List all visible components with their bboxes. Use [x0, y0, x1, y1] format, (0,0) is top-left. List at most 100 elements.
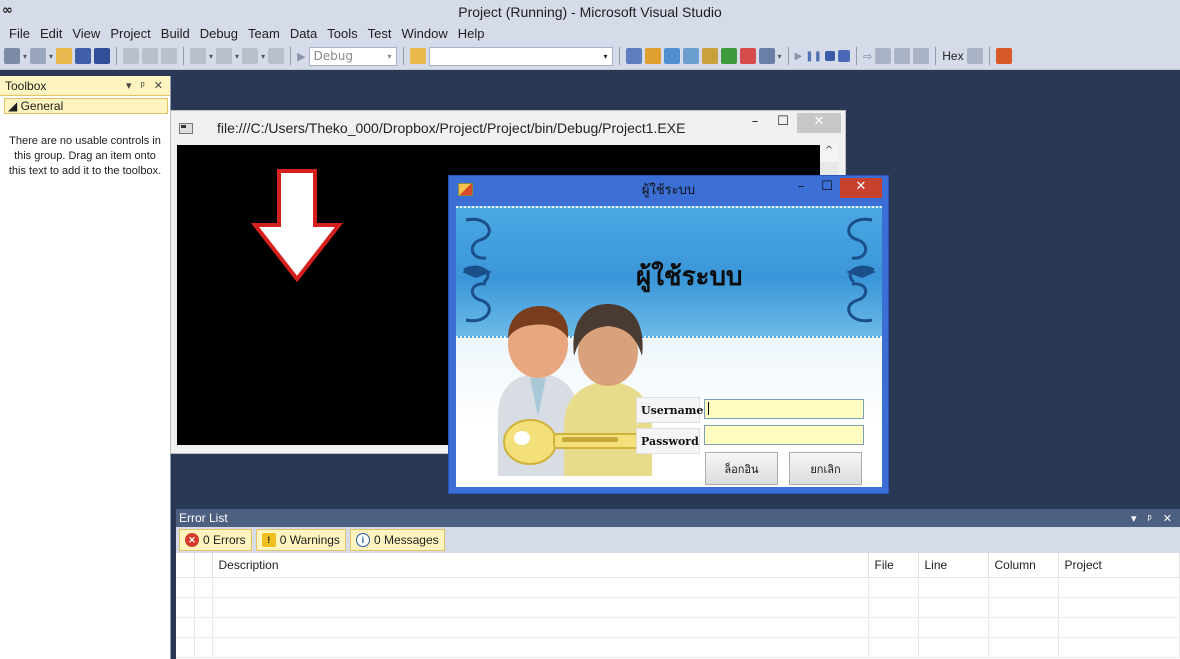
- visual-studio-logo-icon: ∞: [2, 3, 13, 18]
- toolbar-separator: [935, 47, 937, 65]
- cut-icon[interactable]: [123, 48, 140, 64]
- extension-manager-icon[interactable]: [701, 48, 718, 64]
- toolbox-group-label: ◢ General: [8, 99, 64, 113]
- restart-icon[interactable]: [838, 50, 851, 62]
- warnings-filter-button[interactable]: ! 0 Warnings: [255, 529, 346, 551]
- menu-debug[interactable]: Debug: [195, 26, 243, 41]
- login-button[interactable]: ล็อกอิน: [705, 452, 778, 485]
- toolbar-separator: [183, 47, 185, 65]
- toolbar-overflow-icon[interactable]: ▾: [778, 52, 782, 61]
- object-browser-icon[interactable]: [663, 48, 680, 64]
- maximize-button[interactable]: ☐: [814, 178, 840, 198]
- toolbox-header: Toolbox ▾ ᵖ ✕: [0, 76, 170, 96]
- continue-icon[interactable]: ▶: [795, 51, 803, 62]
- scroll-up-button[interactable]: ^: [820, 145, 838, 162]
- console-path: file:///C:/Users/Theko_000/Dropbox/Proje…: [217, 120, 686, 136]
- menu-project[interactable]: Project: [105, 26, 155, 41]
- messages-filter-button[interactable]: i 0 Messages: [349, 529, 445, 551]
- menu-build[interactable]: Build: [156, 26, 195, 41]
- toolbar-separator: [618, 47, 620, 65]
- open-file-icon[interactable]: [56, 48, 73, 64]
- error-list-column-headers: Description File Line Column Project: [176, 553, 1180, 578]
- show-next-statement-icon[interactable]: ⇨: [863, 50, 872, 63]
- password-field[interactable]: [704, 425, 864, 445]
- column-header-line[interactable]: Line: [918, 553, 989, 578]
- menu-view[interactable]: View: [67, 26, 105, 41]
- column-header-index[interactable]: [194, 553, 213, 578]
- error-list-filter-bar: ✕ 0 Errors ! 0 Warnings i 0 Messages: [176, 527, 1180, 553]
- step-into-icon[interactable]: [875, 48, 892, 64]
- server-explorer-icon[interactable]: [739, 48, 756, 64]
- find-in-files-icon[interactable]: [409, 48, 426, 64]
- navigate-forward-icon[interactable]: [268, 48, 285, 64]
- exceptions-icon[interactable]: [995, 48, 1012, 64]
- column-header-description[interactable]: Description: [212, 553, 869, 578]
- copy-icon[interactable]: [142, 48, 159, 64]
- toolbox-window-controls-icon[interactable]: ▾ ᵖ ✕: [126, 79, 166, 92]
- login-form-window[interactable]: ผู้ใช้ระบบ – ☐ ✕ ผู้ใช้ระบบ Username Pas…: [448, 175, 889, 494]
- find-combo-box[interactable]: ▾: [428, 46, 613, 66]
- column-header-column[interactable]: Column: [988, 553, 1059, 578]
- properties-icon[interactable]: [644, 48, 661, 64]
- navigate-backward-dropdown-icon[interactable]: ▾: [261, 52, 265, 61]
- table-row: [176, 637, 1180, 658]
- save-icon[interactable]: [75, 48, 92, 64]
- solution-configuration-select[interactable]: Debug ▾: [308, 46, 397, 66]
- undo-icon[interactable]: [190, 48, 207, 64]
- close-button[interactable]: ✕: [840, 178, 882, 198]
- menu-edit[interactable]: Edit: [35, 26, 67, 41]
- minimize-button[interactable]: –: [788, 178, 814, 198]
- command-window-icon[interactable]: [758, 48, 775, 64]
- column-header-file[interactable]: File: [868, 553, 919, 578]
- break-all-icon[interactable]: ❚❚: [805, 51, 822, 62]
- menu-team[interactable]: Team: [243, 26, 285, 41]
- error-list-table: Description File Line Column Project: [176, 553, 1180, 658]
- step-out-icon[interactable]: [913, 48, 930, 64]
- start-debugging-icon[interactable]: ▶: [297, 50, 305, 63]
- password-label: Password: [636, 428, 700, 454]
- new-project-dropdown-icon[interactable]: ▾: [23, 52, 27, 61]
- cancel-button[interactable]: ยกเลิก: [789, 452, 862, 485]
- menu-help[interactable]: Help: [453, 26, 490, 41]
- username-field[interactable]: [704, 399, 864, 419]
- menu-tools[interactable]: Tools: [322, 26, 362, 41]
- column-header-category[interactable]: [176, 553, 195, 578]
- error-list-window-controls-icon[interactable]: ▾ ᵖ ✕: [1131, 512, 1176, 525]
- stop-debugging-icon[interactable]: [825, 51, 836, 61]
- solution-explorer-icon[interactable]: [625, 48, 642, 64]
- menu-test[interactable]: Test: [363, 26, 397, 41]
- maximize-button[interactable]: ☐: [769, 113, 797, 133]
- chevron-down-icon: ▾: [387, 51, 392, 61]
- new-project-icon[interactable]: [4, 48, 20, 64]
- undo-dropdown-icon[interactable]: ▾: [209, 52, 213, 61]
- save-all-icon[interactable]: [94, 48, 111, 64]
- toolbox-group-general[interactable]: ◢ General: [4, 98, 168, 114]
- menu-data[interactable]: Data: [285, 26, 322, 41]
- errors-filter-button[interactable]: ✕ 0 Errors: [179, 529, 252, 551]
- menu-window[interactable]: Window: [396, 26, 452, 41]
- toolbox-title: Toolbox: [5, 78, 47, 93]
- toolbar-separator: [290, 47, 292, 65]
- column-header-project[interactable]: Project: [1058, 553, 1180, 578]
- login-window-controls: – ☐ ✕: [788, 178, 882, 198]
- paste-icon[interactable]: [161, 48, 178, 64]
- redo-icon[interactable]: [216, 48, 233, 64]
- step-over-icon[interactable]: [894, 48, 911, 64]
- toolbar-separator: [856, 47, 858, 65]
- error-list-panel: Error List ▾ ᵖ ✕ ✕ 0 Errors ! 0 Warnings…: [176, 509, 1180, 659]
- team-explorer-icon[interactable]: [720, 48, 737, 64]
- toolbox-icon[interactable]: [682, 48, 699, 64]
- hex-toggle-button[interactable]: Hex: [942, 49, 963, 63]
- add-item-icon[interactable]: [30, 48, 47, 64]
- menu-file[interactable]: File: [4, 26, 35, 41]
- login-title-bar[interactable]: ผู้ใช้ระบบ – ☐ ✕: [449, 176, 888, 203]
- errors-count: 0 Errors: [203, 533, 246, 547]
- standard-toolbar: ▾ ▾ ▾ ▾ ▾ ▶ Debug ▾ ▾ ▾ ▶ ❚❚ ⇨ Hex: [0, 43, 1180, 70]
- redo-dropdown-icon[interactable]: ▾: [235, 52, 239, 61]
- add-item-dropdown-icon[interactable]: ▾: [49, 52, 53, 61]
- close-button[interactable]: ✕: [797, 113, 841, 133]
- minimize-button[interactable]: –: [741, 113, 769, 133]
- threads-icon[interactable]: [966, 48, 983, 64]
- navigate-backward-icon[interactable]: [242, 48, 259, 64]
- login-form-body: ผู้ใช้ระบบ Username Password ล็อกอิน ยกเ…: [456, 206, 882, 487]
